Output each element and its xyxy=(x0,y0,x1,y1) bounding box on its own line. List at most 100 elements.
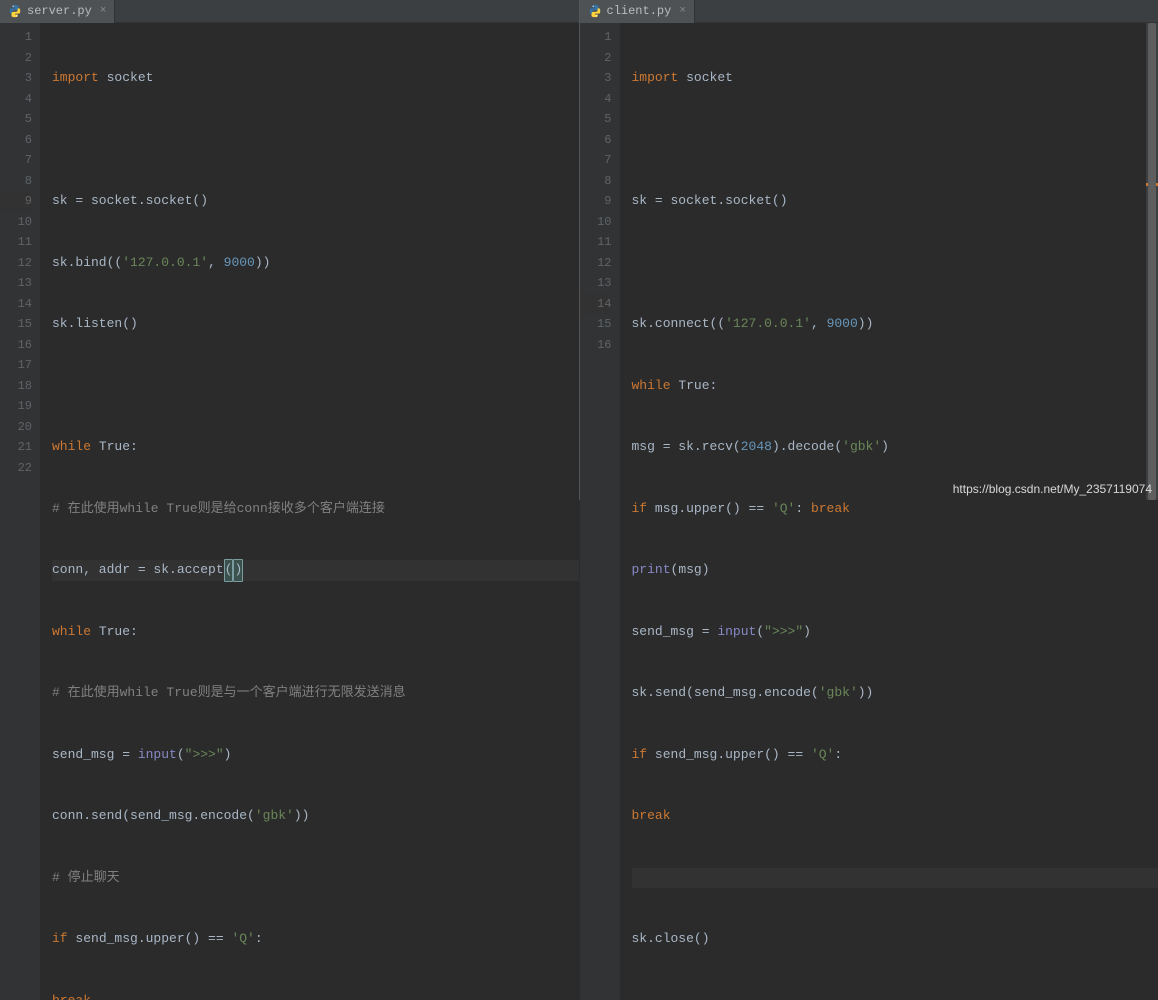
line-number: 20 xyxy=(0,417,32,438)
code-token: socket xyxy=(99,68,154,89)
line-number: 16 xyxy=(0,335,32,356)
line-number: 15 xyxy=(580,314,612,335)
split-view: server.py × 1 2 3 4 5 6 7 8 9 10 11 12 1… xyxy=(0,0,1158,500)
line-number: 19 xyxy=(0,396,32,417)
code-token: ( xyxy=(177,745,185,766)
line-number: 11 xyxy=(0,232,32,253)
code-token: socket xyxy=(678,68,733,89)
code-token: input xyxy=(138,745,177,766)
code-token: )) xyxy=(294,806,310,827)
watermark: https://blog.csdn.net/My_2357119074 xyxy=(953,482,1152,496)
code-token: ">>>" xyxy=(185,745,224,766)
scrollbar-right[interactable] xyxy=(1146,23,1158,500)
line-number: 8 xyxy=(580,171,612,192)
code-token: 'gbk' xyxy=(255,806,294,827)
python-file-icon xyxy=(8,4,22,18)
line-number: 2 xyxy=(580,48,612,69)
line-number: 17 xyxy=(0,355,32,376)
editor-right[interactable]: 1 2 3 4 5 6 7 8 9 10 11 12 13 14 15 16 i… xyxy=(580,23,1158,1000)
code-token: ">>>" xyxy=(764,622,803,643)
code-comment: # 停止聊天 xyxy=(52,868,120,889)
code-token: 'Q' xyxy=(231,929,254,950)
code-token: 'Q' xyxy=(811,745,834,766)
line-number: 9 xyxy=(580,191,612,212)
code-token: 2048 xyxy=(741,437,772,458)
line-number: 10 xyxy=(580,212,612,233)
code-token: sk.connect(( xyxy=(632,314,726,335)
code-token: )) xyxy=(858,683,874,704)
close-icon[interactable]: × xyxy=(679,5,686,17)
code-token: '127.0.0.1' xyxy=(122,253,208,274)
scroll-thumb[interactable] xyxy=(1148,23,1156,500)
code-token: conn.send(send_msg.encode( xyxy=(52,806,255,827)
code-token: 'Q' xyxy=(772,499,795,520)
code-token: : xyxy=(795,499,811,520)
code-token: sk = socket.socket() xyxy=(632,191,788,212)
code-token: input xyxy=(717,622,756,643)
code-token: send_msg = xyxy=(632,622,718,643)
line-number: 7 xyxy=(580,150,612,171)
code-token: msg.upper() == xyxy=(647,499,772,520)
code-token: ( xyxy=(756,622,764,643)
code-token: if xyxy=(632,745,648,766)
code-token: sk.listen() xyxy=(52,314,138,335)
right-pane: client.py × 1 2 3 4 5 6 7 8 9 10 11 12 1… xyxy=(580,0,1158,500)
code-token: if xyxy=(632,499,648,520)
line-number: 14 xyxy=(0,294,32,315)
line-number: 1 xyxy=(580,27,612,48)
code-token: '127.0.0.1' xyxy=(725,314,811,335)
line-number: 12 xyxy=(580,253,612,274)
code-token: sk.send(send_msg.encode( xyxy=(632,683,819,704)
code-comment: # 在此使用while True则是给conn接收多个客户端连接 xyxy=(52,499,385,520)
line-number: 21 xyxy=(0,437,32,458)
line-number: 3 xyxy=(580,68,612,89)
tab-label: client.py xyxy=(607,4,672,18)
code-token: msg = sk.recv( xyxy=(632,437,741,458)
tab-bar-right: client.py × xyxy=(580,0,1158,23)
code-token: , xyxy=(208,253,224,274)
line-number: 14 xyxy=(580,294,612,315)
tab-bar-left: server.py × xyxy=(0,0,579,23)
code-token: ) xyxy=(233,559,243,582)
code-token: if xyxy=(52,929,68,950)
code-token: : xyxy=(834,745,842,766)
code-token: 'gbk' xyxy=(842,437,881,458)
code-token: ( xyxy=(224,559,234,582)
code-token: ) xyxy=(803,622,811,643)
code-token: ).decode( xyxy=(772,437,842,458)
tab-server-py[interactable]: server.py × xyxy=(0,0,115,23)
code-token: import xyxy=(632,68,679,89)
line-number: 13 xyxy=(580,273,612,294)
line-number: 4 xyxy=(0,89,32,110)
code-token: True: xyxy=(91,437,138,458)
tab-label: server.py xyxy=(27,4,92,18)
line-number: 1 xyxy=(0,27,32,48)
code-token: (msg) xyxy=(671,560,710,581)
code-token: True: xyxy=(671,376,718,397)
line-number: 5 xyxy=(0,109,32,130)
line-number: 22 xyxy=(0,458,32,479)
line-number: 6 xyxy=(580,130,612,151)
code-token: break xyxy=(632,806,671,827)
editor-left[interactable]: 1 2 3 4 5 6 7 8 9 10 11 12 13 14 15 16 1… xyxy=(0,23,579,1000)
code-token: 'gbk' xyxy=(819,683,858,704)
code-token: ) xyxy=(224,745,232,766)
code-token: print xyxy=(632,560,671,581)
line-number: 2 xyxy=(0,48,32,69)
code-token: send_msg.upper() == xyxy=(647,745,811,766)
line-number: 5 xyxy=(580,109,612,130)
code-token: sk = socket.socket() xyxy=(52,191,208,212)
code-token: sk.bind(( xyxy=(52,253,122,274)
code-token: sk.close() xyxy=(632,929,710,950)
code-token: 9000 xyxy=(224,253,255,274)
close-icon[interactable]: × xyxy=(100,5,107,17)
code-token: 9000 xyxy=(827,314,858,335)
code-left[interactable]: import socket sk = socket.socket() sk.bi… xyxy=(40,23,579,1000)
gutter-left: 1 2 3 4 5 6 7 8 9 10 11 12 13 14 15 16 1… xyxy=(0,23,40,1000)
line-number: 9 xyxy=(0,191,32,212)
tab-client-py[interactable]: client.py × xyxy=(580,0,695,23)
code-right[interactable]: import socket sk = socket.socket() sk.co… xyxy=(620,23,1158,1000)
line-number: 7 xyxy=(0,150,32,171)
line-number: 10 xyxy=(0,212,32,233)
code-token: import xyxy=(52,68,99,89)
